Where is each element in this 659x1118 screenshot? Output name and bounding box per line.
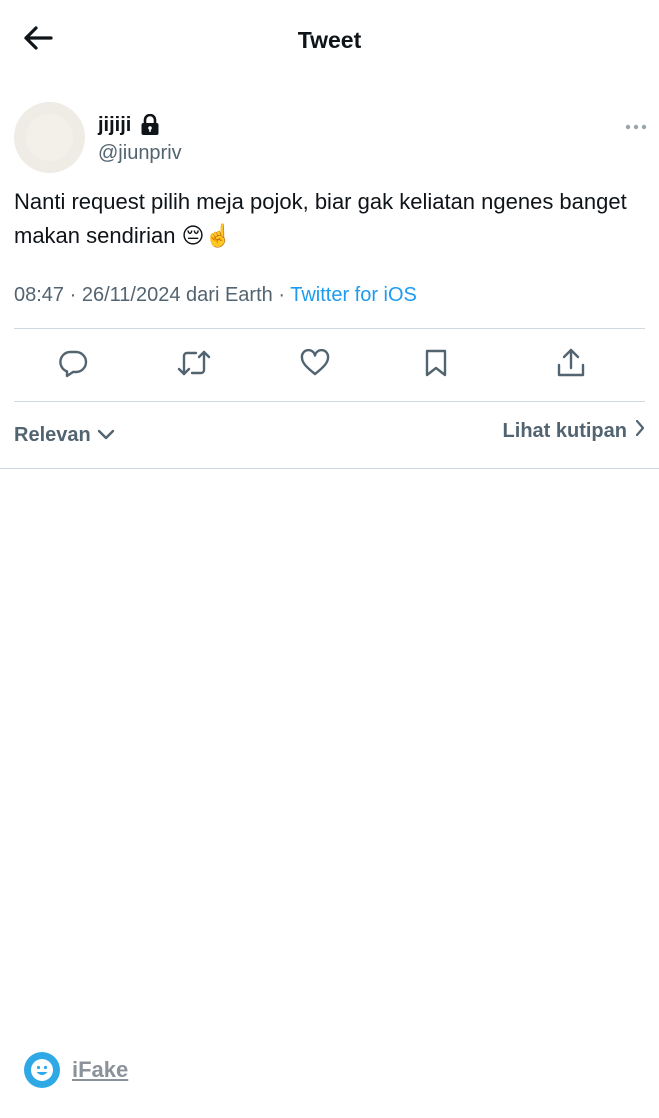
author-name-row: jijiji [98,112,161,138]
bookmark-icon [423,348,449,383]
share-icon [556,347,586,384]
more-horizontal-icon [625,117,647,135]
reply-icon [58,348,88,383]
tweet-metadata: 08:47 · 26/11/2024 dari Earth · Twitter … [14,281,417,309]
retweet-icon [176,348,212,383]
retweet-button[interactable] [176,347,212,383]
heart-icon [300,348,330,382]
divider [14,328,645,329]
sort-label: Relevan [14,424,91,446]
avatar[interactable] [14,102,85,173]
author-handle[interactable]: @jiunpriv [98,140,182,166]
tweet-location: dari Earth [186,284,273,306]
sort-replies-dropdown[interactable]: Relevan [14,424,115,447]
chevron-down-icon [97,424,115,447]
top-bar: Tweet [0,0,659,80]
watermark: iFake [24,1052,128,1088]
bookmark-button[interactable] [418,347,454,383]
section-divider [0,468,659,469]
tweet-text: Nanti request pilih meja pojok, biar gak… [14,189,627,248]
divider [14,401,645,402]
view-quotes-label: Lihat kutipan [502,419,627,442]
share-button[interactable] [553,347,589,383]
lock-icon [139,113,161,137]
view-quotes-link[interactable]: Lihat kutipan [503,419,645,443]
reply-button[interactable] [55,347,91,383]
meta-separator: · [69,284,77,306]
more-options-button[interactable] [620,112,652,140]
avatar-image [26,114,73,161]
page-title: Tweet [297,27,362,53]
like-button[interactable] [297,347,333,383]
watermark-label: iFake [72,1057,129,1082]
meta-separator: · [278,284,285,306]
tweet-source-link[interactable]: Twitter for iOS [290,284,417,306]
tweet-actions [0,330,659,400]
author-display-name[interactable]: jijiji [98,112,131,138]
chevron-right-icon [635,419,645,443]
tweet-time[interactable]: 08:47 [14,284,64,306]
smiley-logo-icon [24,1052,60,1088]
tweet-date[interactable]: 26/11/2024 [82,284,181,306]
